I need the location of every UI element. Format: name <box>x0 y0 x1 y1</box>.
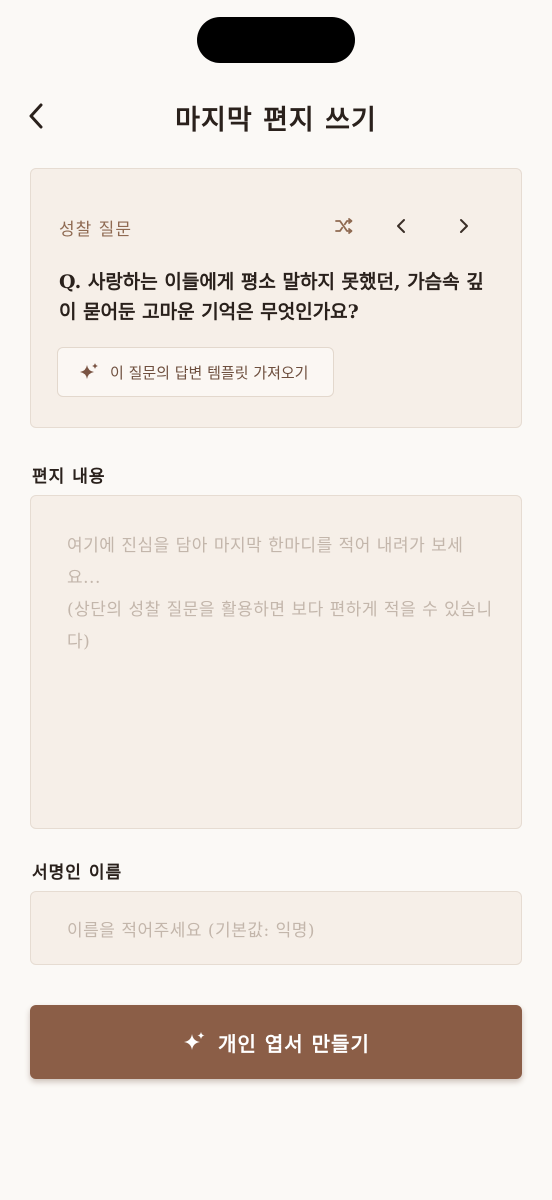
letter-page: 마지막 편지 쓰기 성찰 질문 Q. 사랑하는 이들에게 평소 말하지 못했던,… <box>0 0 552 1200</box>
previous-question-button[interactable] <box>386 211 416 241</box>
sparkle-icon <box>184 1032 205 1050</box>
load-answer-template-button[interactable]: 이 질문의 답변 템플릿 가져오기 <box>57 347 334 397</box>
chevron-right-icon <box>460 219 468 233</box>
letter-content-label: 편지 내용 <box>32 467 106 487</box>
shuffle-question-button[interactable] <box>329 211 359 241</box>
next-question-button[interactable] <box>449 211 479 241</box>
letter-content-textarea[interactable]: 여기에 진심을 담아 마지막 한마디를 적어 내려가 보세요... (상단의 성… <box>30 495 522 829</box>
chevron-left-icon <box>397 219 405 233</box>
signer-name-label: 서명인 이름 <box>32 863 123 883</box>
signer-name-placeholder: 이름을 적어주세요 (기본값: 익명) <box>67 920 316 941</box>
create-postcard-button[interactable]: 개인 엽서 만들기 <box>30 1005 522 1079</box>
signer-name-input[interactable]: 이름을 적어주세요 (기본값: 익명) <box>30 891 522 965</box>
sparkle-icon <box>80 363 98 379</box>
page-title: 마지막 편지 쓰기 <box>175 105 377 136</box>
load-answer-template-label: 이 질문의 답변 템플릿 가져오기 <box>110 363 309 382</box>
reflection-question-label: 성찰 질문 <box>59 220 132 240</box>
device-notch <box>197 17 355 63</box>
reflection-question-text: Q. 사랑하는 이들에게 평소 말하지 못했던, 가슴속 깊이 묻어둔 고마운 … <box>59 271 484 323</box>
header: 마지막 편지 쓰기 <box>0 88 552 144</box>
create-postcard-label: 개인 엽서 만들기 <box>218 1031 370 1056</box>
reflection-question-card: 성찰 질문 Q. 사랑하는 이들에게 평소 말하지 못했던, 가슴속 깊이 묻어… <box>30 168 522 428</box>
shuffle-icon <box>335 218 353 234</box>
letter-content-placeholder: 여기에 진심을 담아 마지막 한마디를 적어 내려가 보세요... (상단의 성… <box>67 536 493 652</box>
